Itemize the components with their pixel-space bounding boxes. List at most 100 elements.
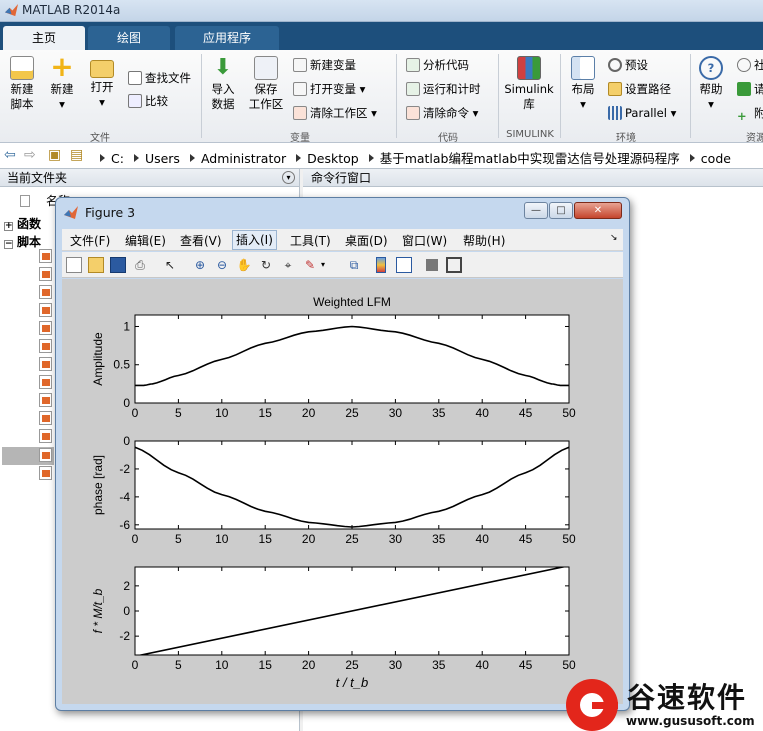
script-file-icon[interactable] (39, 429, 52, 443)
browse-folder-icon[interactable]: ▤ (70, 147, 83, 163)
data-cursor-icon[interactable]: ⌖ (280, 257, 296, 273)
layout-button[interactable]: 布局 ▾ (566, 56, 600, 112)
addons-button[interactable]: + 附 (737, 105, 763, 123)
tab-plots[interactable]: 绘图 (88, 26, 170, 50)
new-button[interactable]: + 新建 ▾ (44, 53, 80, 112)
breadcrumb-item[interactable]: Users (145, 151, 180, 166)
menubar-dock-icon[interactable]: ↘ (610, 233, 618, 243)
script-file-icon[interactable] (39, 393, 52, 407)
brush-icon[interactable]: ✎ (302, 257, 318, 273)
x-tick-label: 40 (476, 406, 490, 420)
zoom-out-icon[interactable]: ⊖ (214, 257, 230, 273)
new-variable-icon (293, 58, 307, 72)
forward-arrow-icon[interactable]: ⇨ (24, 147, 36, 163)
menu-help[interactable]: 帮助(H) (463, 232, 505, 249)
script-file-icon[interactable] (39, 448, 52, 462)
hide-plot-tools-icon[interactable] (426, 259, 438, 271)
show-plot-tools-icon[interactable] (446, 257, 462, 273)
pan-hand-icon[interactable]: ✋ (236, 257, 252, 273)
breadcrumb-item[interactable]: Administrator (201, 151, 286, 166)
help-button[interactable]: ? 帮助 ▾ (694, 56, 728, 112)
breadcrumb[interactable]: C: Users Administrator Desktop 基于matlab编… (100, 148, 737, 167)
community-button[interactable]: 社 (737, 57, 763, 73)
save-workspace-button[interactable]: 保存 工作区 (246, 56, 286, 112)
breadcrumb-item[interactable]: Desktop (307, 151, 359, 166)
select-arrow-icon[interactable]: ↖ (162, 257, 178, 273)
figure-canvas[interactable]: Weighted LFM 0 5 10 15 20 25 30 35 40 45 50 0 0.5 1 Amp… (62, 279, 623, 704)
x-tick-label: 35 (432, 658, 446, 672)
script-file-icon[interactable] (39, 375, 52, 389)
script-file-icon[interactable] (39, 321, 52, 335)
legend-icon[interactable] (396, 257, 412, 273)
y-axis-label: phase [rad] (91, 455, 105, 515)
tab-home[interactable]: 主页 (3, 26, 85, 50)
import-data-button[interactable]: ⬇ 导入 数据 (206, 56, 240, 112)
link-plot-icon[interactable]: ⧉ (346, 257, 362, 273)
expand-plus-icon[interactable]: + (4, 222, 13, 231)
open-file-icon[interactable] (88, 257, 104, 273)
open-button[interactable]: 打开 ▾ (84, 56, 120, 110)
close-button[interactable]: ✕ (574, 202, 622, 219)
ribbon-separator (690, 54, 691, 138)
current-folder-header: 当前文件夹 ▾ (0, 169, 299, 187)
save-icon[interactable] (110, 257, 126, 273)
script-file-icon[interactable] (39, 303, 52, 317)
menu-window[interactable]: 窗口(W) (402, 232, 447, 249)
script-file-icon[interactable] (39, 267, 52, 281)
new-variable-button[interactable]: 新建变量 (293, 57, 356, 73)
zoom-in-icon[interactable]: ⊕ (192, 257, 208, 273)
figure-titlebar[interactable]: Figure 3 — □ ✕ (56, 198, 629, 228)
app-titlebar: MATLAB R2014a (0, 0, 763, 22)
menu-edit[interactable]: 编辑(E) (125, 232, 166, 249)
back-arrow-icon[interactable]: ⇦ (4, 147, 16, 163)
panel-options-icon[interactable]: ▾ (282, 171, 295, 184)
up-folder-icon[interactable]: ▣ (48, 147, 61, 163)
minimize-button[interactable]: — (524, 202, 548, 219)
new-figure-icon[interactable] (66, 257, 82, 273)
menu-desktop[interactable]: 桌面(D) (345, 232, 388, 249)
script-file-icon[interactable] (39, 411, 52, 425)
set-path-button[interactable]: 设置路径 (608, 81, 671, 97)
menu-file[interactable]: 文件(F) (70, 232, 110, 249)
script-file-icon[interactable] (39, 249, 52, 263)
script-file-icon[interactable] (39, 466, 52, 480)
tab-apps[interactable]: 应用程序 (175, 26, 279, 50)
rotate-3d-icon[interactable]: ↻ (258, 257, 274, 273)
new-script-button[interactable]: 新建 脚本 (4, 56, 40, 112)
breadcrumb-item[interactable]: 基于matlab编程matlab中实现雷达信号处理源码程序 (380, 151, 680, 166)
preferences-button[interactable]: 预设 (608, 57, 648, 73)
script-file-icon[interactable] (39, 339, 52, 353)
menu-insert[interactable]: 插入(I) (232, 230, 277, 250)
script-file-icon[interactable] (39, 285, 52, 299)
analyze-code-button[interactable]: 分析代码 (406, 57, 469, 73)
menu-view[interactable]: 查看(V) (180, 232, 222, 249)
parallel-button[interactable]: Parallel ▾ (608, 105, 676, 121)
breadcrumb-item[interactable]: C: (111, 151, 124, 166)
run-and-time-button[interactable]: 运行和计时 (406, 81, 481, 97)
breadcrumb-item[interactable]: code (701, 151, 731, 166)
save-workspace-icon (254, 56, 278, 80)
x-tick-label: 50 (562, 658, 576, 672)
find-files-button[interactable]: 查找文件 (128, 70, 191, 86)
compare-button[interactable]: 比较 (128, 93, 168, 109)
figure-window[interactable]: Figure 3 — □ ✕ 文件(F) 编辑(E) 查看(V) 插入(I) 工… (55, 197, 630, 711)
tree-node-functions[interactable]: + 函数 (4, 215, 41, 232)
menu-tools[interactable]: 工具(T) (290, 232, 331, 249)
chart-svg[interactable]: Weighted LFM0 5 10 15 20 25 30 35 40 45 5000.51Amp… (62, 279, 623, 704)
request-support-button[interactable]: 请 (737, 81, 763, 97)
maximize-button[interactable]: □ (549, 202, 573, 219)
print-icon[interactable]: ⎙ (132, 257, 148, 273)
request-support-label: 请 (754, 82, 763, 96)
colorbar-icon[interactable] (376, 257, 386, 273)
clear-workspace-button[interactable]: 清除工作区 ▾ (293, 105, 377, 121)
open-variable-button[interactable]: 打开变量 ▾ (293, 81, 365, 97)
watermark-url: www.gususoft.com (626, 714, 755, 728)
tree-node-scripts[interactable]: − 脚本 (4, 233, 41, 250)
collapse-minus-icon[interactable]: − (4, 240, 13, 249)
script-file-icon[interactable] (39, 357, 52, 371)
chevron-down-icon[interactable]: ▾ (318, 257, 328, 273)
clear-commands-label: 清除命令 (423, 106, 469, 120)
x-tick-label: 20 (302, 532, 316, 546)
clear-commands-button[interactable]: 清除命令 ▾ (406, 105, 478, 121)
simulink-library-button[interactable]: Simulink 库 (502, 56, 556, 112)
